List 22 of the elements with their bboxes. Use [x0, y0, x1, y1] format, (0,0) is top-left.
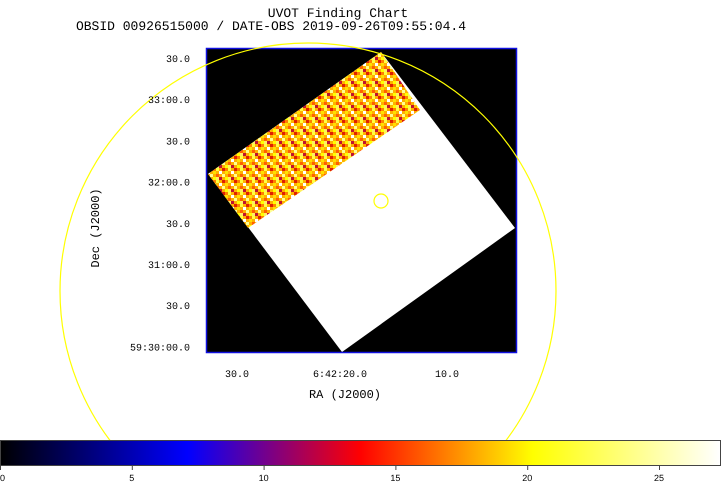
axis-label: RA (J2000) [309, 388, 381, 402]
tick-label: 30.0 [166, 137, 190, 148]
tick-label: 33:00.0 [148, 96, 190, 108]
tick-label: 15 [390, 473, 400, 483]
tick-label: 6:42:20.0 [313, 370, 367, 381]
tick-label: 59:30:00.0 [130, 343, 190, 354]
tick-label: 10 [258, 473, 269, 483]
tick-label: 30.0 [166, 220, 190, 231]
axis-label: Dec (J2000) [89, 188, 103, 268]
tick-label: 20 [522, 473, 532, 483]
tick-label: 30.0 [166, 302, 190, 314]
tick-label: 25 [654, 473, 664, 483]
source-circle [373, 193, 389, 209]
chart-subtitle: OBSID 00926515000 / DATE-OBS 2019-09-26T09:55:04.4 [76, 19, 466, 34]
tick-label: 10.0 [435, 370, 459, 381]
tick-label: 5 [129, 473, 134, 483]
tick-label: 0 [0, 473, 6, 483]
tick-label: 30.0 [166, 55, 190, 66]
tick-label: 32:00.0 [148, 178, 190, 190]
chart-title: UVOT Finding Chart [268, 6, 408, 21]
tick-label: 31:00.0 [148, 261, 190, 272]
tick-label: 30.0 [225, 370, 249, 381]
